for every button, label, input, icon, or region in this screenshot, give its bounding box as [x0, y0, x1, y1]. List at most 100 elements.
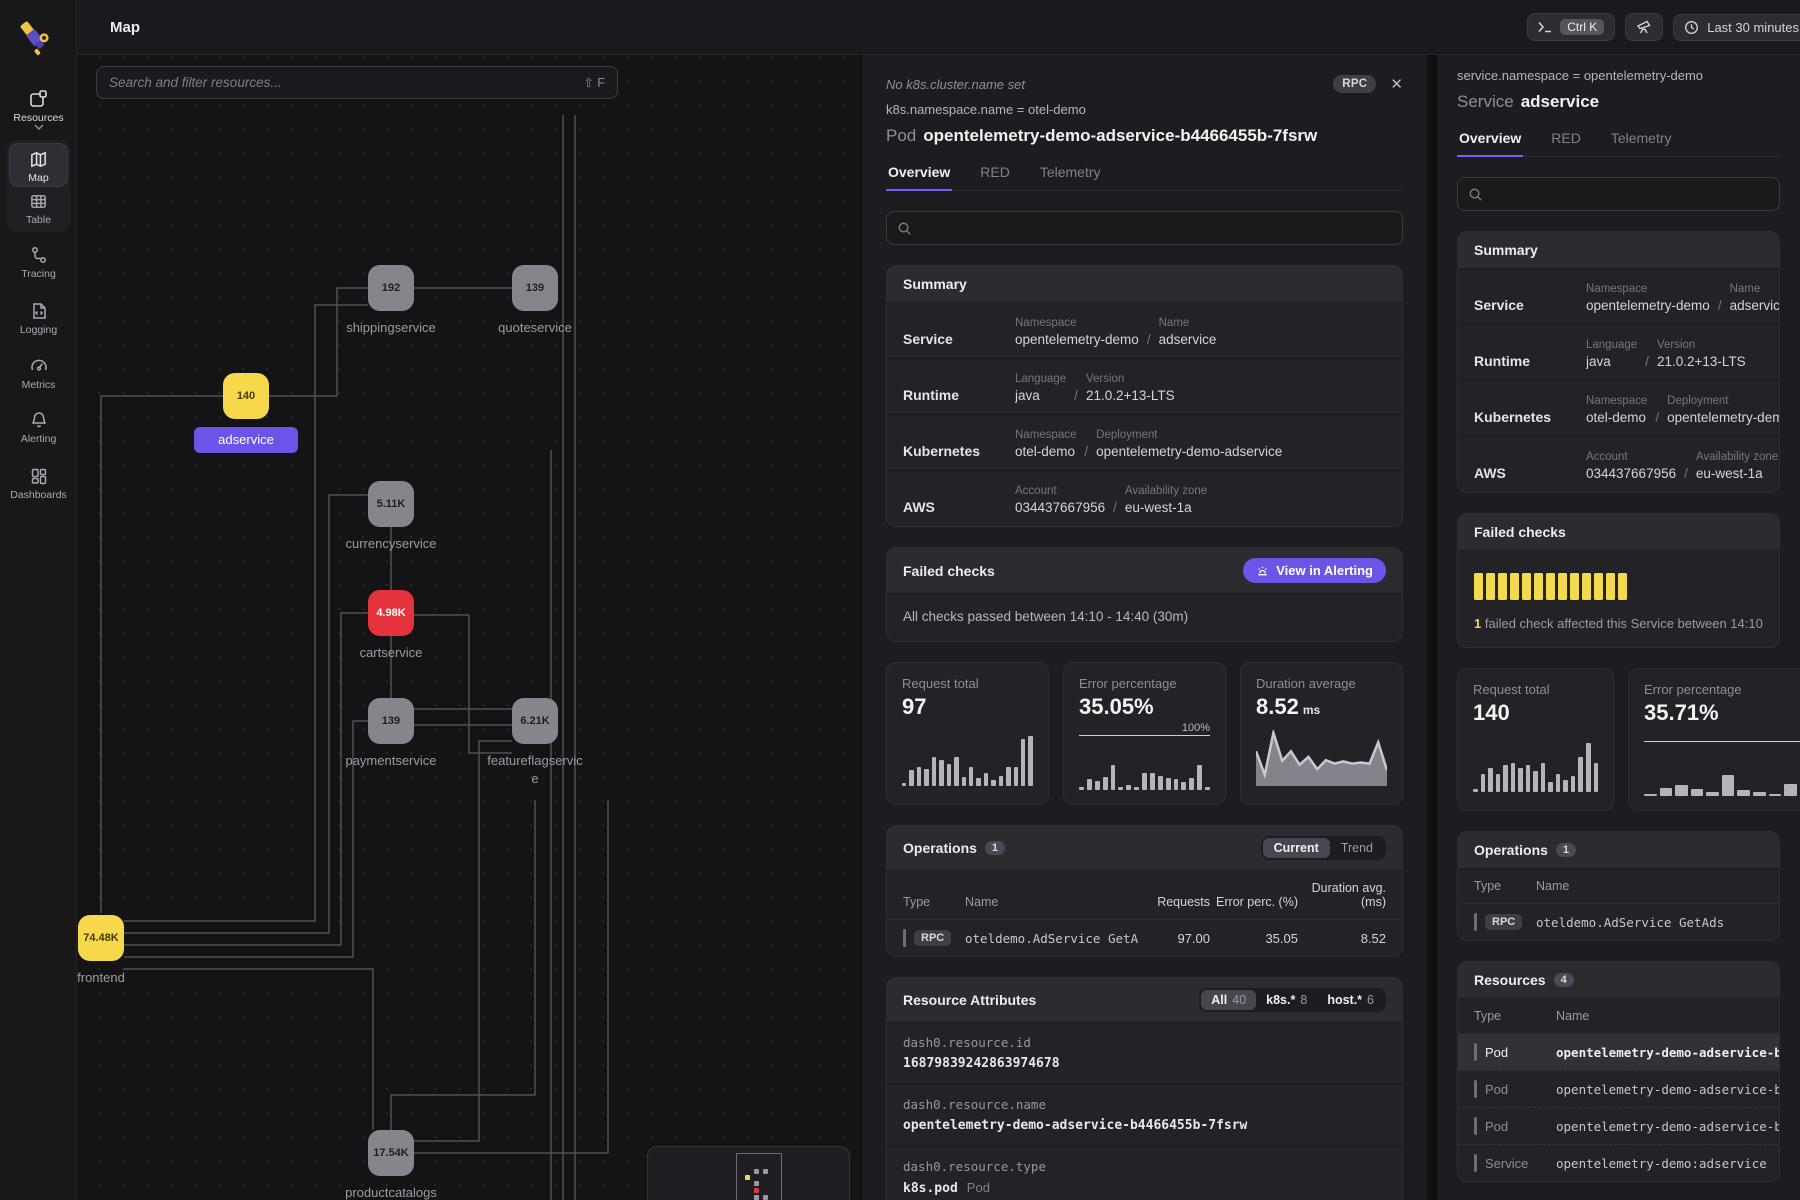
minimap[interactable] — [647, 1146, 850, 1200]
tab-red[interactable]: RED — [1549, 130, 1583, 156]
spark-bar — [1511, 763, 1516, 792]
sidebar-item-metrics[interactable]: Metrics — [0, 356, 77, 391]
map-node-paymentservice[interactable]: 139 — [368, 698, 414, 744]
summary-field: Deploymentopentelemetry-demo-adservice — [1667, 395, 1780, 425]
spark-bar — [1189, 778, 1194, 790]
tab-telemetry[interactable]: Telemetry — [1609, 130, 1674, 156]
failed-check-segment[interactable] — [1498, 573, 1507, 600]
summary-field: Nameadservice — [1730, 283, 1780, 313]
field-key: Language — [1586, 339, 1637, 351]
spark-bar — [1571, 776, 1576, 792]
view-in-alerting-button[interactable]: View in Alerting — [1243, 558, 1386, 583]
map-node-quoteservice[interactable]: 139 — [512, 265, 558, 311]
failed-check-segment[interactable] — [1474, 573, 1483, 600]
map-edges — [77, 55, 861, 1200]
dash0-logo-icon[interactable] — [14, 12, 58, 56]
close-icon[interactable]: ✕ — [1390, 75, 1403, 93]
pod-search-input[interactable] — [920, 221, 1392, 236]
map-node-label-shippingservice: shippingservice — [326, 319, 456, 337]
map-search-input[interactable] — [109, 75, 583, 90]
map-node-cartservice[interactable]: 4.98K — [368, 590, 414, 636]
failed-checks-message: 1 failed check affected this Service bet… — [1474, 616, 1763, 631]
sidebar-item-resources[interactable]: Resources — [0, 88, 77, 133]
resource-row[interactable]: Serviceopentelemetry-demo:adservice — [1458, 1144, 1780, 1181]
spark-bar — [1021, 739, 1025, 786]
tab-overview[interactable]: Overview — [886, 164, 952, 191]
minimap-node-dot — [754, 1169, 759, 1174]
map-search-bar[interactable]: ⇧ F — [96, 66, 618, 99]
summary-field: Nameadservice — [1159, 317, 1217, 347]
sidebar-item-tracing[interactable]: Tracing — [0, 245, 77, 280]
failed-check-segment[interactable] — [1510, 573, 1519, 600]
sidebar-item-table[interactable]: Table — [0, 192, 77, 226]
attribute-filter-host[interactable]: host.*6 — [1317, 990, 1384, 1010]
metric-value: 35.71% — [1644, 700, 1800, 726]
resources-section: Resources 4 Type Name Requests Podopente… — [1457, 961, 1780, 1182]
minimap-node-dot — [745, 1175, 750, 1180]
map-node-currencyservice[interactable]: 5.11K — [368, 481, 414, 527]
sidebar-item-alerting[interactable]: Alerting — [0, 410, 77, 445]
service-map-canvas[interactable]: 192shippingservice139quoteservice140adse… — [77, 55, 861, 1200]
attribute-filter-k8s[interactable]: k8s.*8 — [1256, 990, 1317, 1010]
tracing-icon — [29, 245, 49, 265]
resource-name: opentelemetry-demo-adservice-b… — [1556, 1082, 1780, 1097]
operation-row[interactable]: RPCoteldemo.AdService GetAds97.0035.058.… — [887, 919, 1402, 956]
map-node-featureflagservice[interactable]: 6.21K — [512, 698, 558, 744]
toggle-trend[interactable]: Trend — [1330, 838, 1384, 858]
map-node-frontend[interactable]: 74.48K — [78, 915, 124, 961]
metrics-icon — [29, 356, 49, 376]
failed-check-segment[interactable] — [1570, 573, 1579, 600]
failed-check-segment[interactable] — [1546, 573, 1555, 600]
sidebar-item-logging[interactable]: Logging — [0, 301, 77, 336]
failed-check-segment[interactable] — [1606, 573, 1615, 600]
attribute-value-hint: Pod — [967, 1180, 990, 1195]
command-palette-button[interactable]: Ctrl K — [1527, 13, 1615, 41]
toggle-current[interactable]: Current — [1263, 838, 1330, 858]
tab-overview[interactable]: Overview — [1457, 130, 1523, 157]
failed-check-segment[interactable] — [1486, 573, 1495, 600]
attribute-filter-all[interactable]: All40 — [1201, 990, 1256, 1010]
sidebar-item-label: Table — [0, 214, 77, 226]
service-search-input[interactable] — [1491, 187, 1769, 202]
sidebar-item-map[interactable]: Map — [0, 150, 77, 184]
map-edge — [414, 615, 512, 753]
summary-row-label: Runtime — [903, 372, 1015, 403]
map-node-shippingservice[interactable]: 192 — [368, 265, 414, 311]
minimap-node-dot — [763, 1195, 768, 1200]
axis-max-label: 100% — [1644, 728, 1800, 742]
tab-red[interactable]: RED — [978, 164, 1012, 190]
failed-check-segment[interactable] — [1618, 573, 1627, 600]
minimap-viewport[interactable] — [736, 1153, 782, 1200]
spark-bar — [1014, 767, 1018, 786]
resource-row[interactable]: Podopentelemetry-demo-adservice-b… — [1458, 1107, 1780, 1144]
service-panel-search[interactable] — [1457, 177, 1780, 211]
time-range-button[interactable]: Last 30 minutes — [1673, 14, 1800, 41]
resource-type: Pod — [1485, 1045, 1508, 1060]
telescope-button[interactable] — [1625, 13, 1663, 41]
spark-bar — [1142, 773, 1147, 790]
sidebar-item-dashboards[interactable]: Dashboards — [0, 466, 77, 501]
operation-name: oteldemo.AdService GetAds — [1536, 915, 1780, 930]
field-value: opentelemetry-demo-adservice — [1096, 444, 1282, 459]
attribute-key: dash0.resource.id — [903, 1035, 1386, 1050]
map-node-adservice[interactable]: 140 — [223, 373, 269, 419]
failed-check-segment[interactable] — [1534, 573, 1543, 600]
section-title: Failed checks — [1458, 514, 1779, 550]
operation-row[interactable]: RPCoteldemo.AdService GetAds140.00 — [1458, 903, 1780, 940]
spark-bar — [1166, 778, 1171, 790]
failed-check-segment[interactable] — [1582, 573, 1591, 600]
failed-check-segment[interactable] — [1522, 573, 1531, 600]
namespace-context: k8s.namespace.name = otel-demo — [886, 102, 1403, 117]
failed-check-segment[interactable] — [1594, 573, 1603, 600]
failed-check-segment[interactable] — [1558, 573, 1567, 600]
map-node-label-adservice[interactable]: adservice — [194, 427, 298, 453]
spark-bar — [1118, 787, 1123, 790]
map-node-productcatalogservice[interactable]: 17.54K — [368, 1130, 414, 1176]
summary-field: Namespaceotel-demo — [1015, 429, 1076, 459]
tab-telemetry[interactable]: Telemetry — [1038, 164, 1103, 190]
resource-row[interactable]: Podopentelemetry-demo-adservice-b…97.00 — [1458, 1033, 1780, 1070]
spark-bar — [1134, 787, 1139, 790]
resource-row[interactable]: Podopentelemetry-demo-adservice-b…43.00 — [1458, 1070, 1780, 1107]
field-value: opentelemetry-demo — [1586, 298, 1710, 313]
pod-panel-search[interactable] — [886, 211, 1403, 245]
